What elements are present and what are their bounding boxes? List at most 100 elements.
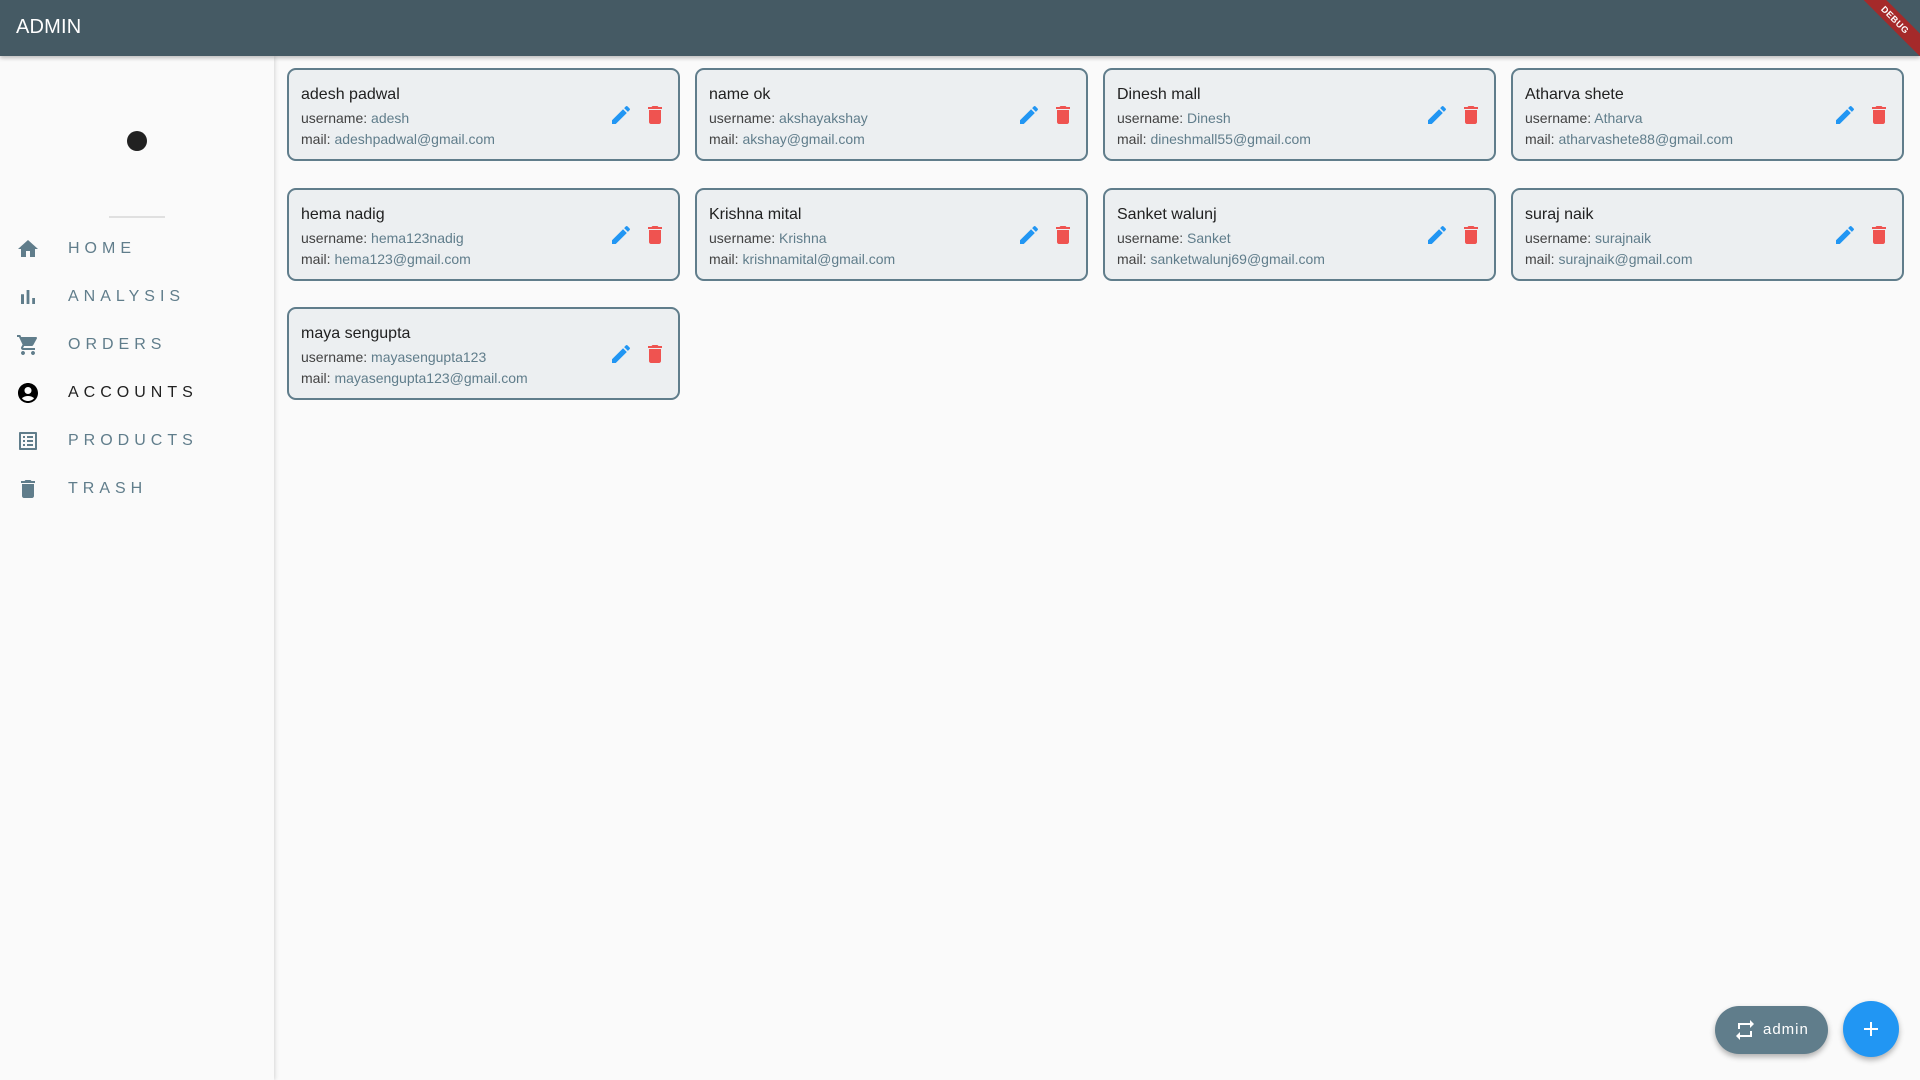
- account-name: suraj naik: [1525, 206, 1594, 223]
- trash-icon: [1056, 226, 1070, 244]
- delete-button[interactable]: [643, 342, 667, 366]
- username-value: akshayakshay: [779, 110, 868, 126]
- account-card: Atharva shete username: Atharva mail: at…: [1511, 68, 1904, 161]
- mail-label: mail:: [1117, 131, 1151, 147]
- edit-button[interactable]: [609, 103, 633, 127]
- mail-value: surajnaik@gmail.com: [1558, 251, 1693, 267]
- delete-button[interactable]: [1051, 223, 1075, 247]
- shopping-cart-icon: [16, 333, 40, 357]
- pencil-icon: [1428, 225, 1447, 244]
- pencil-icon: [1020, 225, 1039, 244]
- account-card: Sanket walunj username: Sanket mail: san…: [1103, 188, 1496, 281]
- edit-button[interactable]: [609, 223, 633, 247]
- account-name: Krishna mital: [709, 206, 802, 223]
- mail-label: mail:: [301, 370, 335, 386]
- pencil-icon: [1836, 225, 1855, 244]
- account-mail: mail: sanketwalunj69@gmail.com: [1117, 251, 1325, 267]
- account-username: username: Sanket: [1117, 230, 1231, 246]
- add-account-button[interactable]: [1843, 1001, 1899, 1057]
- switch-user-label: admin: [1763, 1021, 1809, 1038]
- edit-button[interactable]: [1833, 103, 1857, 127]
- account-username: username: Dinesh: [1117, 110, 1231, 126]
- accounts-grid: adesh padwal username: adesh mail: adesh…: [274, 56, 1920, 1080]
- account-mail: mail: mayasengupta123@gmail.com: [301, 370, 528, 386]
- account-username: username: mayasengupta123: [301, 349, 486, 365]
- mail-label: mail:: [1525, 131, 1559, 147]
- avatar: [127, 131, 147, 151]
- trash-icon: [1872, 226, 1886, 244]
- account-circle-icon: [16, 381, 40, 405]
- sidebar-divider: [109, 216, 165, 218]
- username-value: Sanket: [1187, 230, 1231, 246]
- sidebar-item-home[interactable]: HOME: [0, 225, 274, 273]
- mail-label: mail:: [1117, 251, 1151, 267]
- username-label: username:: [1117, 110, 1188, 126]
- edit-button[interactable]: [1017, 223, 1041, 247]
- edit-button[interactable]: [1833, 223, 1857, 247]
- username-label: username:: [1117, 230, 1188, 246]
- trash-icon: [648, 226, 662, 244]
- account-card: name ok username: akshayakshay mail: aks…: [695, 68, 1088, 161]
- sidebar-item-label: ANALYSIS: [68, 288, 186, 305]
- delete-button[interactable]: [643, 223, 667, 247]
- edit-button[interactable]: [609, 342, 633, 366]
- delete-button[interactable]: [1459, 223, 1483, 247]
- trash-icon: [648, 106, 662, 124]
- sidebar-item-products[interactable]: PRODUCTS: [0, 417, 274, 465]
- account-name: adesh padwal: [301, 86, 400, 103]
- sidebar-item-label: ORDERS: [68, 336, 167, 353]
- sidebar-item-analysis[interactable]: ANALYSIS: [0, 273, 274, 321]
- edit-button[interactable]: [1425, 103, 1449, 127]
- delete-button[interactable]: [1051, 103, 1075, 127]
- delete-button[interactable]: [1867, 223, 1891, 247]
- account-username: username: hema123nadig: [301, 230, 464, 246]
- account-mail: mail: hema123@gmail.com: [301, 251, 471, 267]
- username-value: hema123nadig: [371, 230, 464, 246]
- bar-chart-icon: [16, 285, 40, 309]
- account-username: username: akshayakshay: [709, 110, 868, 126]
- username-label: username:: [1525, 230, 1596, 246]
- sidebar-item-trash[interactable]: TRASH: [0, 465, 274, 513]
- mail-label: mail:: [709, 251, 743, 267]
- switch-user-button[interactable]: admin: [1715, 1006, 1828, 1054]
- username-label: username:: [301, 230, 372, 246]
- username-label: username:: [301, 110, 372, 126]
- mail-value: adeshpadwal@gmail.com: [334, 131, 495, 147]
- mail-label: mail:: [709, 131, 743, 147]
- repeat-icon: [1733, 1018, 1757, 1042]
- sidebar-item-orders[interactable]: ORDERS: [0, 321, 274, 369]
- edit-button[interactable]: [1017, 103, 1041, 127]
- account-card: hema nadig username: hema123nadig mail: …: [287, 188, 680, 281]
- pencil-icon: [1836, 105, 1855, 124]
- account-username: username: Atharva: [1525, 110, 1643, 126]
- account-name: hema nadig: [301, 206, 385, 223]
- edit-button[interactable]: [1425, 223, 1449, 247]
- account-name: Dinesh mall: [1117, 86, 1201, 103]
- mail-value: akshay@gmail.com: [742, 131, 865, 147]
- trash-icon: [1464, 226, 1478, 244]
- mail-value: atharvashete88@gmail.com: [1558, 131, 1733, 147]
- username-label: username:: [301, 349, 372, 365]
- mail-label: mail:: [1525, 251, 1559, 267]
- sidebar-item-label: TRASH: [68, 480, 148, 497]
- debug-banner: DEBUG: [1850, 0, 1920, 56]
- delete-button[interactable]: [1867, 103, 1891, 127]
- account-name: maya sengupta: [301, 325, 411, 342]
- plus-icon: [1864, 1022, 1878, 1036]
- username-value: surajnaik: [1595, 230, 1652, 246]
- account-name: name ok: [709, 86, 771, 103]
- sidebar-item-accounts[interactable]: ACCOUNTS: [0, 369, 274, 417]
- mail-value: dineshmall55@gmail.com: [1150, 131, 1311, 147]
- account-card: Krishna mital username: Krishna mail: kr…: [695, 188, 1088, 281]
- delete-button[interactable]: [1459, 103, 1483, 127]
- account-username: username: Krishna: [709, 230, 827, 246]
- account-mail: mail: surajnaik@gmail.com: [1525, 251, 1693, 267]
- username-value: Atharva: [1594, 110, 1643, 126]
- username-value: Dinesh: [1187, 110, 1231, 126]
- delete-button[interactable]: [643, 103, 667, 127]
- pencil-icon: [612, 105, 631, 124]
- sidebar-item-label: PRODUCTS: [68, 432, 198, 449]
- mail-value: hema123@gmail.com: [334, 251, 471, 267]
- mail-label: mail:: [301, 251, 335, 267]
- sidebar: HOME ANALYSIS ORDERS ACCOUNTS PRODUCTS T…: [0, 56, 274, 1080]
